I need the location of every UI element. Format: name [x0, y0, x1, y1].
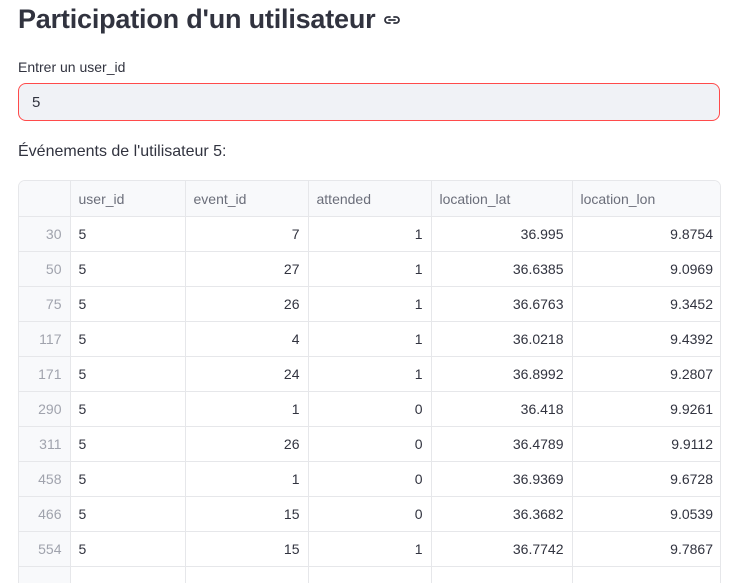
page-title: Participation d'un utilisateur	[18, 4, 401, 35]
row-index[interactable]: 117	[19, 321, 71, 357]
cell-location-lon[interactable]: 9.6728	[572, 461, 720, 497]
events-subheading: Événements de l'utilisateur 5:	[18, 143, 227, 160]
cell-event-id[interactable]: 24	[185, 356, 309, 392]
column-header-location-lat[interactable]: location_lat	[431, 181, 573, 217]
cell-event-id[interactable]: 26	[185, 426, 309, 462]
link-icon[interactable]	[383, 14, 401, 26]
row-index[interactable]: 75	[19, 286, 71, 322]
cell-location-lat[interactable]: 36.0218	[431, 321, 573, 357]
column-header-attended[interactable]: attended	[308, 181, 432, 217]
cell-event-id[interactable]: 15	[185, 496, 309, 532]
page-title-text: Participation d'un utilisateur	[18, 4, 376, 34]
cell-attended[interactable]: 1	[308, 251, 432, 287]
row-index[interactable]: 554	[19, 531, 71, 567]
cell-event-id[interactable]: 1	[185, 461, 309, 497]
table-row[interactable]: 117 5 4 1 36.0218 9.4392	[19, 321, 720, 357]
cell-user-id[interactable]: 5	[70, 531, 186, 567]
table-row[interactable]	[19, 566, 720, 583]
cell-event-id[interactable]: 1	[185, 391, 309, 427]
table-row[interactable]: 554 5 15 1 36.7742 9.7867	[19, 531, 720, 567]
column-header-index	[19, 181, 71, 217]
row-index[interactable]: 458	[19, 461, 71, 497]
cell-location-lat[interactable]: 36.3682	[431, 496, 573, 532]
cell-event-id[interactable]: 27	[185, 251, 309, 287]
row-index[interactable]: 290	[19, 391, 71, 427]
cell-location-lat[interactable]: 36.418	[431, 391, 573, 427]
cell-attended[interactable]: 1	[308, 286, 432, 322]
table-row[interactable]: 75 5 26 1 36.6763 9.3452	[19, 286, 720, 322]
cell-attended[interactable]: 1	[308, 321, 432, 357]
cell-attended[interactable]	[308, 566, 432, 583]
cell-location-lat[interactable]	[431, 566, 573, 583]
cell-attended[interactable]: 0	[308, 496, 432, 532]
cell-user-id[interactable]: 5	[70, 321, 186, 357]
user-id-input-container	[18, 83, 720, 121]
cell-event-id[interactable]	[185, 566, 309, 583]
column-header-event-id[interactable]: event_id	[185, 181, 309, 217]
cell-location-lat[interactable]: 36.9369	[431, 461, 573, 497]
row-index[interactable]: 466	[19, 496, 71, 532]
cell-user-id[interactable]: 5	[70, 251, 186, 287]
cell-location-lat[interactable]: 36.7742	[431, 531, 573, 567]
cell-location-lon[interactable]: 9.3452	[572, 286, 720, 322]
cell-location-lon[interactable]: 9.9261	[572, 391, 720, 427]
cell-user-id[interactable]	[70, 566, 186, 583]
cell-location-lon[interactable]: 9.8754	[572, 216, 720, 252]
cell-location-lon[interactable]: 9.2807	[572, 356, 720, 392]
cell-location-lon[interactable]: 9.0539	[572, 496, 720, 532]
cell-location-lon[interactable]: 9.7867	[572, 531, 720, 567]
table-row[interactable]: 30 5 7 1 36.995 9.8754	[19, 216, 720, 252]
user-id-input[interactable]	[19, 84, 719, 120]
cell-attended[interactable]: 1	[308, 216, 432, 252]
cell-location-lon[interactable]: 9.9112	[572, 426, 720, 462]
table-row[interactable]: 50 5 27 1 36.6385 9.0969	[19, 251, 720, 287]
table-header-row: user_id event_id attended location_lat l…	[19, 181, 720, 217]
cell-event-id[interactable]: 26	[185, 286, 309, 322]
row-index[interactable]: 50	[19, 251, 71, 287]
table-body: 30 5 7 1 36.995 9.8754 50 5 27 1 36.6385 9.0969 75 5 2…	[19, 216, 720, 583]
cell-location-lat[interactable]: 36.6385	[431, 251, 573, 287]
row-index[interactable]	[19, 566, 71, 583]
user-id-label: Entrer un user_id	[18, 59, 126, 75]
column-header-user-id[interactable]: user_id	[70, 181, 186, 217]
cell-user-id[interactable]: 5	[70, 461, 186, 497]
cell-attended[interactable]: 0	[308, 391, 432, 427]
cell-attended[interactable]: 1	[308, 356, 432, 392]
table-row[interactable]: 290 5 1 0 36.418 9.9261	[19, 391, 720, 427]
cell-user-id[interactable]: 5	[70, 391, 186, 427]
column-header-location-lon[interactable]: location_lon	[572, 181, 720, 217]
cell-attended[interactable]: 0	[308, 461, 432, 497]
row-index[interactable]: 30	[19, 216, 71, 252]
cell-location-lat[interactable]: 36.8992	[431, 356, 573, 392]
cell-location-lat[interactable]: 36.995	[431, 216, 573, 252]
row-index[interactable]: 171	[19, 356, 71, 392]
cell-location-lon[interactable]: 9.4392	[572, 321, 720, 357]
cell-event-id[interactable]: 7	[185, 216, 309, 252]
cell-location-lon[interactable]: 9.0969	[572, 251, 720, 287]
cell-location-lat[interactable]: 36.4789	[431, 426, 573, 462]
cell-location-lon[interactable]	[572, 566, 720, 583]
cell-user-id[interactable]: 5	[70, 286, 186, 322]
table-row[interactable]: 311 5 26 0 36.4789 9.9112	[19, 426, 720, 462]
cell-user-id[interactable]: 5	[70, 426, 186, 462]
table-row[interactable]: 171 5 24 1 36.8992 9.2807	[19, 356, 720, 392]
cell-user-id[interactable]: 5	[70, 356, 186, 392]
table-row[interactable]: 458 5 1 0 36.9369 9.6728	[19, 461, 720, 497]
row-index[interactable]: 311	[19, 426, 71, 462]
cell-user-id[interactable]: 5	[70, 216, 186, 252]
events-table[interactable]: user_id event_id attended location_lat l…	[18, 180, 721, 583]
cell-user-id[interactable]: 5	[70, 496, 186, 532]
table-row[interactable]: 466 5 15 0 36.3682 9.0539	[19, 496, 720, 532]
cell-location-lat[interactable]: 36.6763	[431, 286, 573, 322]
cell-event-id[interactable]: 15	[185, 531, 309, 567]
cell-event-id[interactable]: 4	[185, 321, 309, 357]
cell-attended[interactable]: 1	[308, 531, 432, 567]
cell-attended[interactable]: 0	[308, 426, 432, 462]
